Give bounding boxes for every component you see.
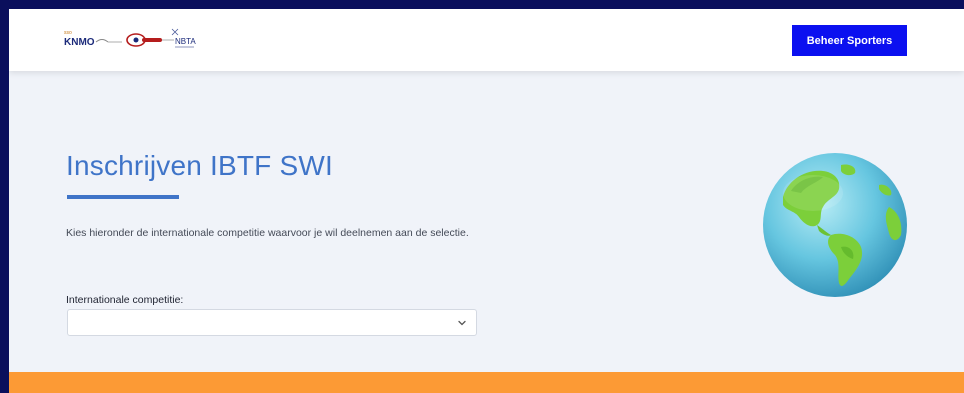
svg-text:sso: sso <box>64 30 72 36</box>
partner-logos: sso KNMO NBTA <box>64 25 224 55</box>
intro-text: Kies hieronder de internationale competi… <box>66 227 469 239</box>
globe-icon <box>763 153 907 297</box>
footer-band <box>9 372 964 393</box>
app-window: sso KNMO NBTA Beheer Sporters Inschrijve… <box>9 9 964 393</box>
partner-logos-image: sso KNMO NBTA <box>64 28 196 48</box>
top-navigation-bar: sso KNMO NBTA Beheer Sporters <box>9 9 964 71</box>
nbta-logo-text: NBTA <box>175 37 196 46</box>
manage-sporters-button[interactable]: Beheer Sporters <box>792 25 907 56</box>
page-title: Inschrijven IBTF SWI <box>66 150 333 181</box>
knmo-logo-text: KNMO <box>64 37 95 48</box>
competition-field-label: Internationale competitie: <box>66 294 184 306</box>
title-underline-divider <box>67 195 179 199</box>
chevron-down-icon <box>458 320 466 326</box>
competition-select[interactable] <box>67 309 477 336</box>
